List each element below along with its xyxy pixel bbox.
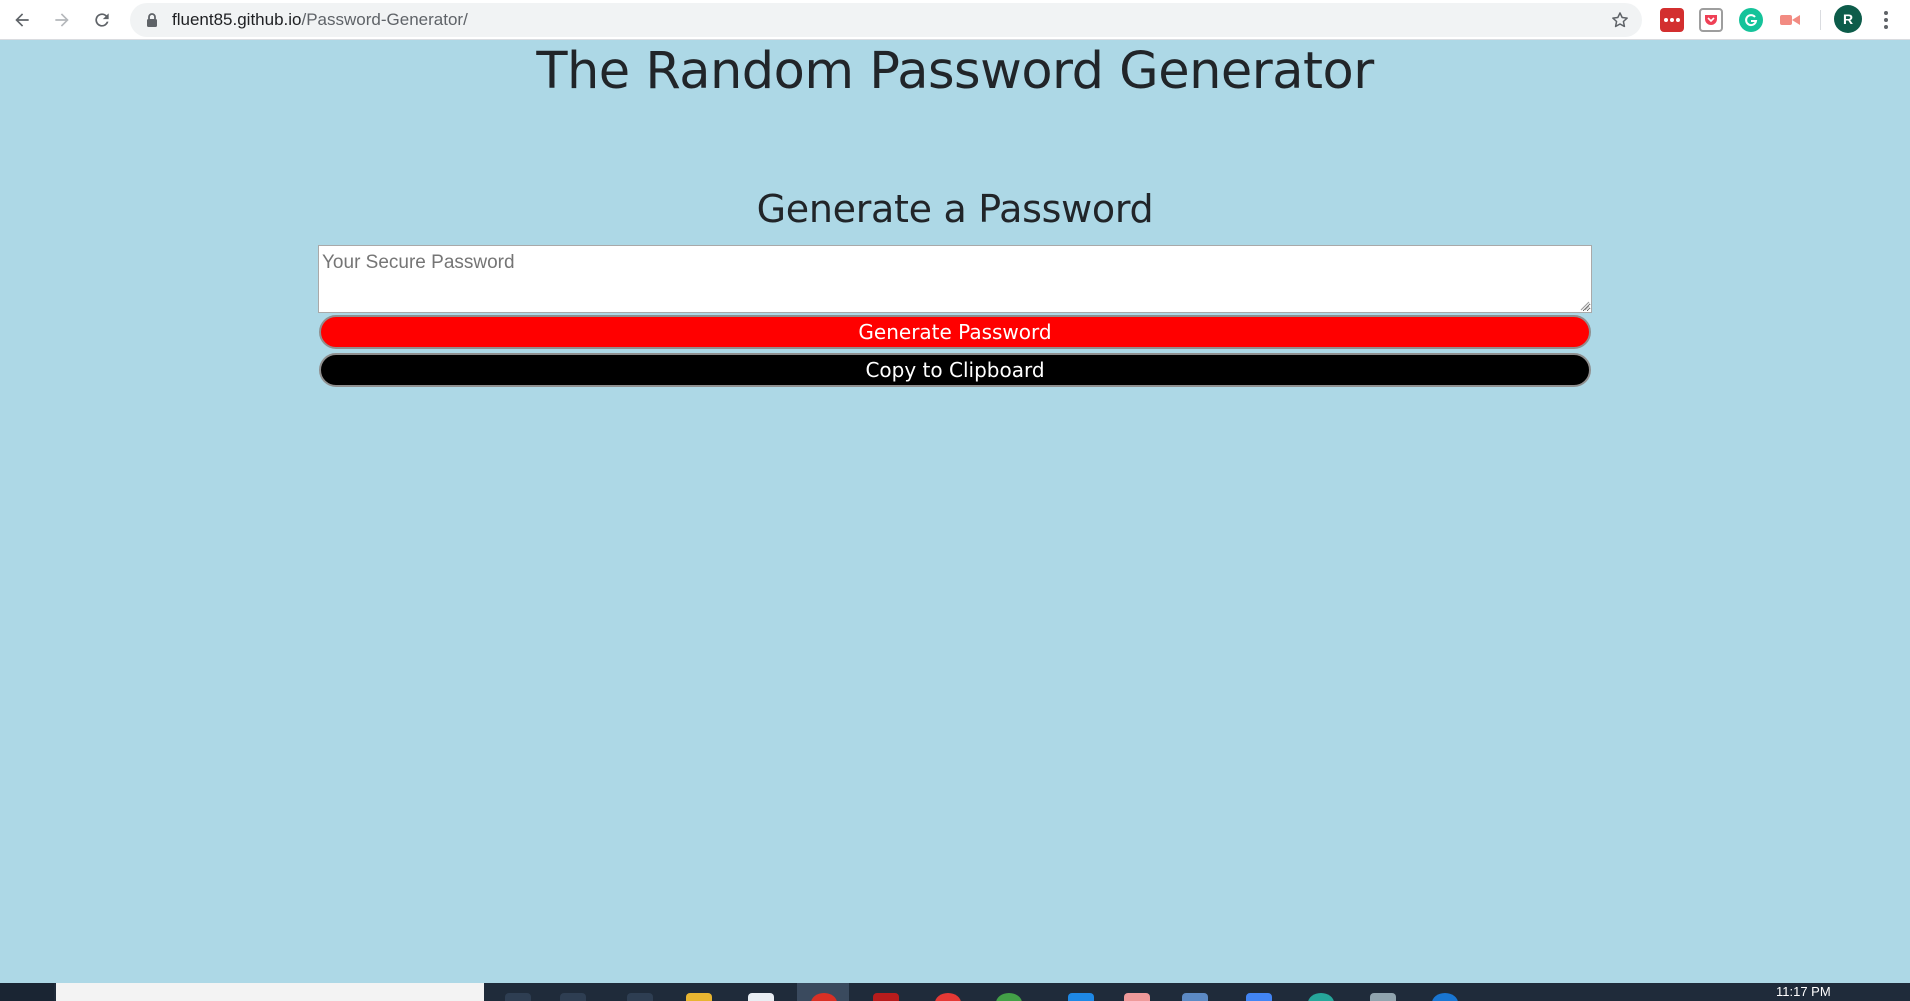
task-view-icon[interactable]	[505, 993, 531, 1001]
vscode-icon[interactable]	[1068, 993, 1094, 1001]
edge-icon[interactable]	[1432, 993, 1458, 1001]
windows-start-icon[interactable]	[0, 983, 54, 1001]
arrow-right-icon	[55, 13, 69, 27]
kebab-menu-icon[interactable]	[1874, 6, 1898, 34]
copy-to-clipboard-button[interactable]: Copy to Clipboard	[319, 353, 1591, 387]
zoom-icon[interactable]	[1246, 993, 1272, 1001]
taskbar-clock[interactable]: 11:17 PM	[1776, 985, 1831, 999]
terminal-icon[interactable]	[1182, 993, 1208, 1001]
url-path: /Password-Generator/	[301, 10, 468, 29]
file-explorer-icon[interactable]	[686, 993, 712, 1001]
taskbar-search[interactable]	[56, 983, 484, 1001]
media-icon[interactable]	[935, 993, 961, 1001]
url-text: fluent85.github.io/Password-Generator/	[172, 10, 468, 30]
lastpass-icon[interactable]	[1660, 8, 1684, 32]
profile-avatar[interactable]: R	[1834, 5, 1862, 33]
calculator-icon[interactable]	[1370, 993, 1396, 1001]
slack-icon[interactable]	[1308, 993, 1334, 1001]
page-content: The Random Password Generator Generate a…	[0, 41, 1910, 983]
password-output[interactable]	[318, 245, 1592, 313]
screencast-icon[interactable]	[1778, 8, 1802, 32]
back-button[interactable]	[6, 4, 38, 36]
mail-icon[interactable]	[873, 993, 899, 1001]
address-bar[interactable]: fluent85.github.io/Password-Generator/	[130, 3, 1642, 37]
spotify-icon[interactable]	[996, 993, 1022, 1001]
resize-grip-icon[interactable]	[1578, 299, 1590, 311]
grammarly-icon[interactable]	[1739, 8, 1763, 32]
generate-password-button[interactable]: Generate Password	[319, 315, 1591, 349]
forward-button[interactable]	[46, 4, 78, 36]
pen-tool-icon[interactable]	[1124, 993, 1150, 1001]
lock-icon	[147, 13, 157, 27]
store-icon[interactable]	[748, 993, 774, 1001]
pocket-icon[interactable]	[1699, 8, 1723, 32]
cortana-icon[interactable]	[627, 993, 653, 1001]
star-icon[interactable]	[1610, 10, 1630, 30]
reload-icon	[95, 13, 109, 27]
toolbar-separator	[1820, 10, 1821, 30]
browser-toolbar: fluent85.github.io/Password-Generator/ R	[0, 0, 1910, 40]
arrow-left-icon	[15, 13, 29, 27]
reload-button[interactable]	[86, 4, 118, 36]
url-domain: fluent85.github.io	[172, 10, 302, 29]
taskbar: 11:17 PM	[0, 983, 1910, 1001]
page-title: The Random Password Generator	[536, 42, 1374, 101]
people-icon[interactable]	[560, 993, 586, 1001]
card-header: Generate a Password	[756, 187, 1154, 231]
